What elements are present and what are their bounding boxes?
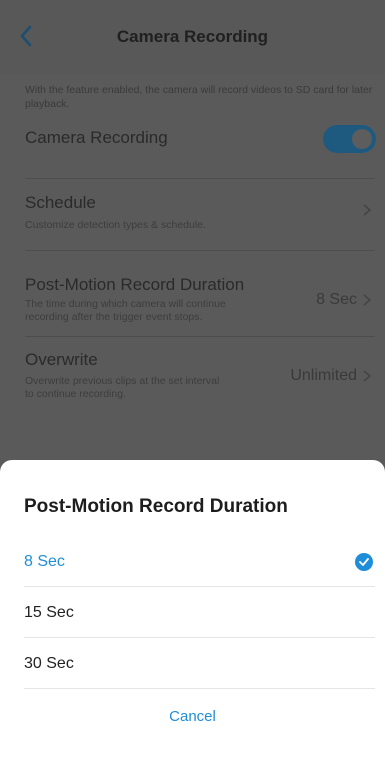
- option-15-sec[interactable]: 15 Sec: [24, 588, 375, 638]
- toggle-knob: [352, 129, 372, 149]
- post-motion-title: Post-Motion Record Duration: [25, 275, 245, 294]
- option-8-sec[interactable]: 8 Sec: [24, 537, 375, 587]
- option-label: 8 Sec: [24, 553, 65, 570]
- option-label: 15 Sec: [24, 604, 74, 621]
- divider: [25, 178, 375, 179]
- nav-bar: Camera Recording: [0, 0, 385, 74]
- divider: [24, 586, 375, 587]
- divider: [24, 637, 375, 638]
- option-30-sec[interactable]: 30 Sec: [24, 639, 375, 689]
- overwrite-value: Unlimited: [290, 367, 357, 384]
- divider: [25, 250, 375, 251]
- chevron-right-icon: [363, 370, 372, 382]
- sheet-title: Post-Motion Record Duration: [24, 496, 288, 517]
- checkmark-icon: [355, 553, 373, 571]
- overwrite-title: Overwrite: [25, 350, 98, 369]
- camera-recording-toggle[interactable]: [323, 125, 376, 153]
- divider: [24, 688, 375, 689]
- schedule-title: Schedule: [25, 193, 96, 212]
- chevron-right-icon: [363, 204, 372, 216]
- post-motion-subtitle-2: recording after the trigger event stops.: [25, 311, 203, 323]
- option-label: 30 Sec: [24, 655, 74, 672]
- cancel-button[interactable]: Cancel: [0, 708, 385, 725]
- camera-recording-label: Camera Recording: [25, 128, 168, 147]
- chevron-right-icon: [363, 294, 372, 306]
- post-motion-value: 8 Sec: [316, 291, 357, 308]
- divider: [25, 336, 375, 337]
- overwrite-subtitle-2: to continue recording.: [25, 388, 126, 400]
- schedule-subtitle: Customize detection types & schedule.: [25, 219, 206, 231]
- overwrite-subtitle-1: Overwrite previous clips at the set inte…: [25, 375, 220, 387]
- page-title: Camera Recording: [116, 27, 269, 46]
- post-motion-subtitle-1: The time during which camera will contin…: [25, 298, 226, 310]
- feature-description: With the feature enabled, the camera wil…: [25, 84, 373, 110]
